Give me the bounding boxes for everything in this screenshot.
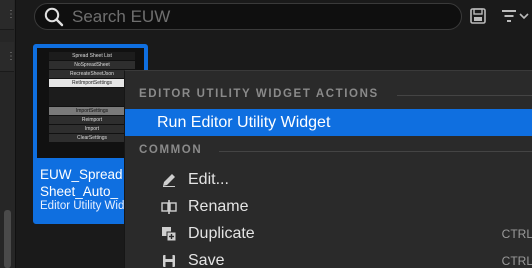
pencil-icon <box>160 171 178 189</box>
dock-tab[interactable]: ⋮ <box>0 0 16 30</box>
duplicate-icon <box>160 225 178 243</box>
thumbnail-row: Spread Sheet List <box>49 52 135 60</box>
save-search-icon[interactable] <box>468 6 488 26</box>
ellipsis-icon: ⋮ <box>6 51 16 62</box>
left-dock-panel: ⋮ ⋮ <box>0 0 16 268</box>
menu-item-label: Rename <box>188 197 249 215</box>
thumbnail-row: RecreateSheetJson <box>49 70 135 78</box>
menu-item-label: Save <box>188 251 225 268</box>
thumbnail-row <box>49 88 135 106</box>
search-input[interactable] <box>72 6 432 27</box>
divider <box>397 95 532 96</box>
menu-item-label: Duplicate <box>188 224 255 242</box>
menu-item-duplicate[interactable]: Duplicate CTRL <box>125 220 532 247</box>
thumbnail-row: Import <box>49 125 135 133</box>
menu-item-label: Edit... <box>188 170 229 188</box>
shortcut-label: CTRL <box>501 226 532 241</box>
content-browser: ⋮ ⋮ Spread Sheet List NoSpreadSheet Recr… <box>0 0 532 268</box>
shortcut-label: CTRL <box>501 253 532 268</box>
menu-item-rename[interactable]: Rename <box>125 193 532 220</box>
menu-item-save[interactable]: Save CTRL <box>125 247 532 268</box>
thumbnail-row: NoSpreadSheet <box>49 61 135 69</box>
rename-icon <box>160 198 178 216</box>
thumbnail-row: ImportSettings <box>49 107 135 115</box>
scrollbar-thumb[interactable] <box>4 210 11 268</box>
context-menu: EDITOR UTILITY WIDGET ACTIONS Run Editor… <box>124 70 532 268</box>
filter-icon[interactable] <box>500 6 520 26</box>
thumbnail-row: Reimport <box>49 116 135 124</box>
thumbnail-preview: Spread Sheet List NoSpreadSheet Recreate… <box>49 52 135 143</box>
menu-item-run-editor-utility-widget[interactable]: Run Editor Utility Widget <box>125 109 532 136</box>
menu-section-header: COMMON <box>139 144 203 156</box>
ellipsis-icon: ⋮ <box>6 9 16 20</box>
thumbnail-row: RetImportSettings <box>49 79 135 87</box>
menu-section-header: EDITOR UTILITY WIDGET ACTIONS <box>139 88 379 100</box>
search-bar[interactable] <box>34 3 462 30</box>
menu-item-edit[interactable]: Edit... <box>125 166 532 193</box>
menu-item-label: Run Editor Utility Widget <box>157 113 331 131</box>
dock-tab[interactable]: ⋮ <box>0 42 16 72</box>
search-icon <box>44 7 64 26</box>
chevron-down-icon[interactable] <box>518 6 530 26</box>
save-icon <box>160 252 178 268</box>
thumbnail-row: ClearSettings <box>49 134 135 142</box>
divider <box>219 151 532 152</box>
